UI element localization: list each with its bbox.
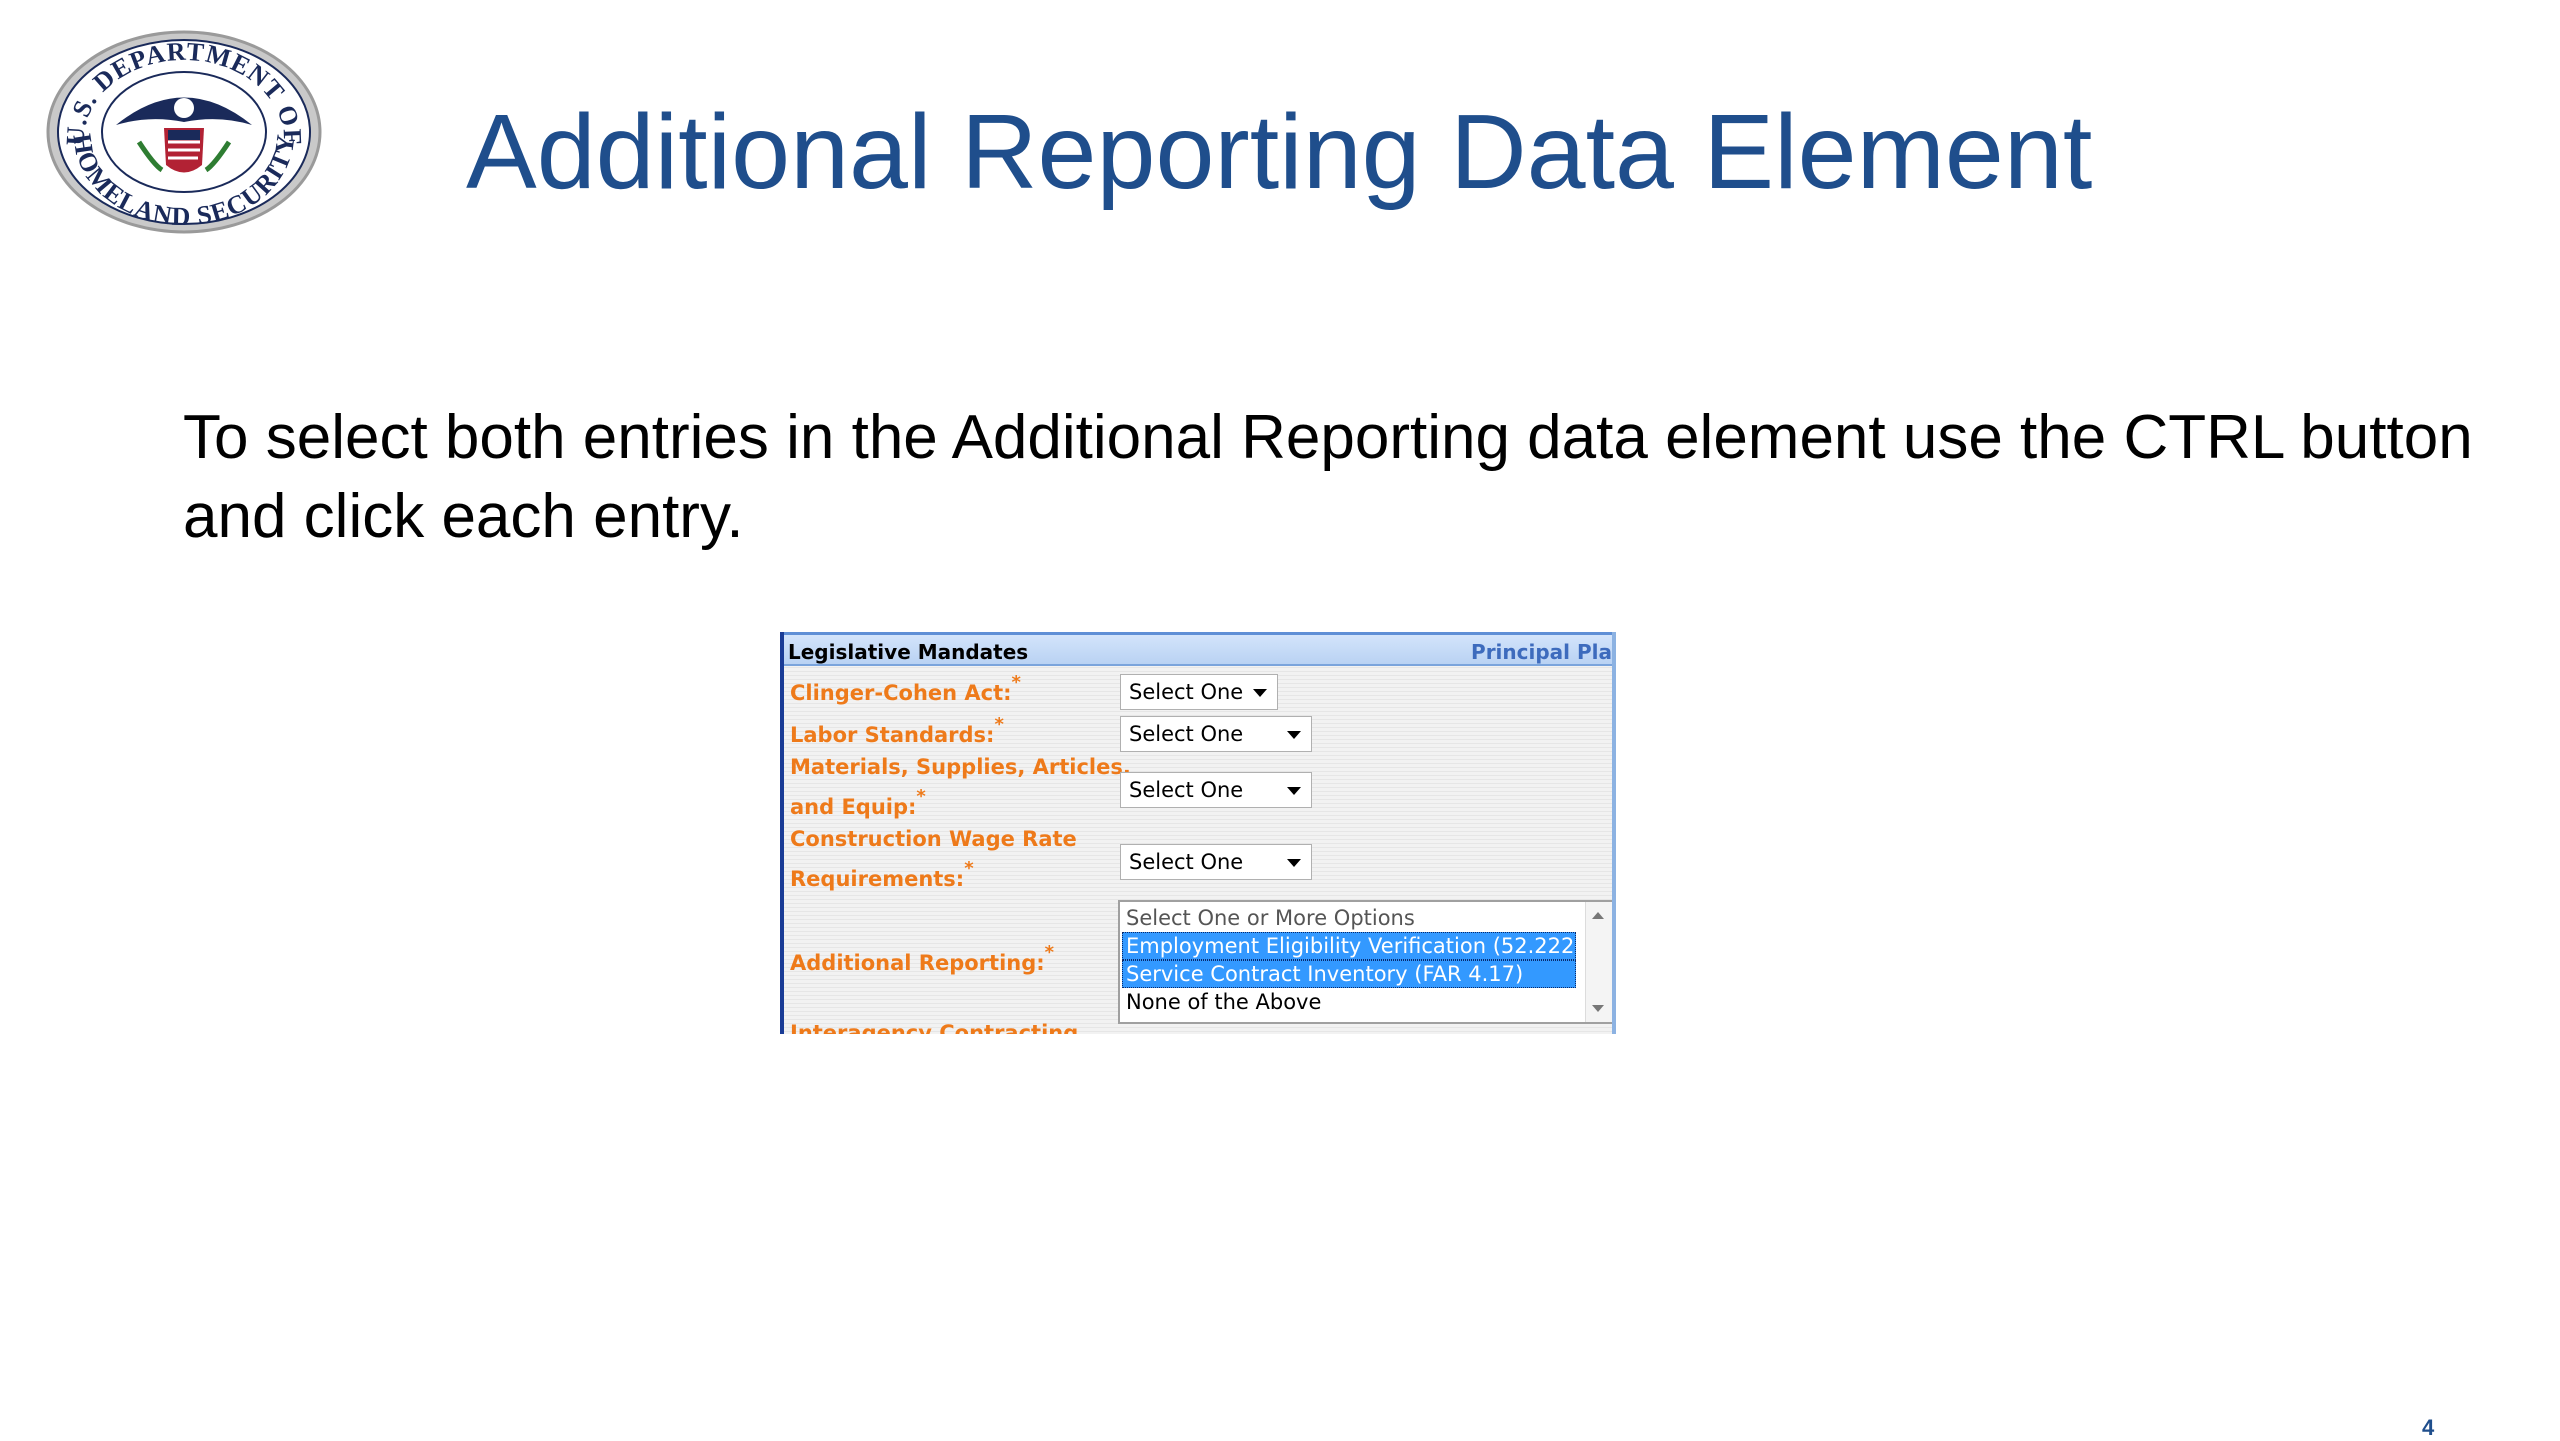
panel-header-right-tab[interactable]: Principal Pla <box>1471 640 1612 664</box>
list-option-employment-eligibility[interactable]: Employment Eligibility Verification (52.… <box>1122 932 1612 960</box>
scroll-down-arrow-icon[interactable] <box>1592 1005 1604 1012</box>
panel-header: Legislative Mandates Principal Pla <box>784 632 1612 666</box>
required-marker: * <box>1044 942 1055 963</box>
legislative-mandates-panel: Legislative Mandates Principal Pla Cling… <box>780 632 1616 1034</box>
required-marker: * <box>964 858 974 879</box>
chevron-down-icon <box>1287 787 1301 795</box>
panel-header-title: Legislative Mandates <box>788 640 1029 664</box>
required-marker: * <box>916 786 926 807</box>
additional-reporting-label: Additional Reporting:* <box>790 942 1055 975</box>
clinger-cohen-select[interactable]: Select One <box>1120 674 1278 710</box>
materials-supplies-select[interactable]: Select One <box>1120 772 1312 808</box>
list-option-service-contract-inventory[interactable]: Service Contract Inventory (FAR 4.17) <box>1122 960 1576 988</box>
scroll-up-arrow-icon[interactable] <box>1592 912 1604 919</box>
required-marker: * <box>1011 672 1021 693</box>
interagency-contracting-label: Interagency Contracting <box>790 1021 1079 1034</box>
chevron-down-icon <box>1287 731 1301 739</box>
chevron-down-icon <box>1253 689 1267 697</box>
construction-wage-select[interactable]: Select One <box>1120 844 1312 880</box>
additional-reporting-multiselect[interactable]: Select One or More Options Employment El… <box>1118 900 1612 1024</box>
required-marker: * <box>994 714 1004 735</box>
construction-wage-label-line2: Requirements:* <box>790 858 974 891</box>
labor-standards-label: Labor Standards:* <box>790 714 1004 747</box>
slide-title: Additional Reporting Data Element <box>466 93 2093 211</box>
labor-standards-select[interactable]: Select One <box>1120 716 1312 752</box>
construction-wage-label-line1: Construction Wage Rate <box>790 827 1077 851</box>
dhs-seal-logo: U.S. DEPARTMENT OF HOMELAND SECURITY <box>44 30 324 235</box>
materials-supplies-label-line1: Materials, Supplies, Articles, <box>790 755 1131 779</box>
list-option-placeholder[interactable]: Select One or More Options <box>1122 904 1576 932</box>
page-number: 4 <box>2422 1415 2435 1440</box>
list-option-none-of-above[interactable]: None of the Above <box>1122 988 1576 1016</box>
clinger-cohen-label: Clinger-Cohen Act:* <box>790 672 1021 705</box>
chevron-down-icon <box>1287 859 1301 867</box>
instruction-text: To select both entries in the Additional… <box>183 403 2473 551</box>
materials-supplies-label-line2: and Equip:* <box>790 786 926 819</box>
list-scrollbar[interactable] <box>1585 902 1612 1022</box>
